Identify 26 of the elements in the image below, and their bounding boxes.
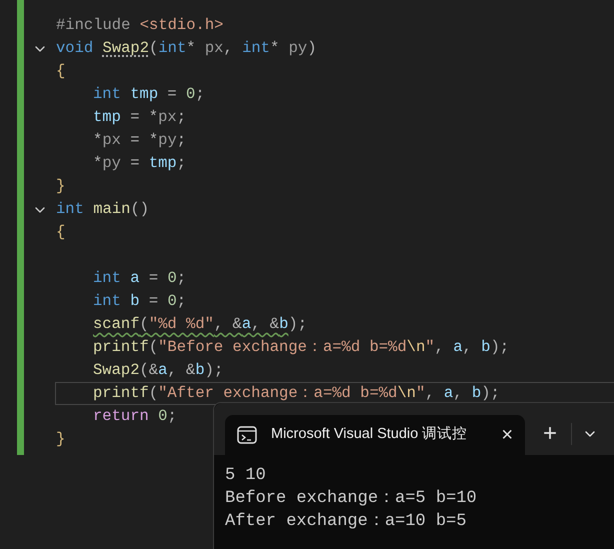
code-line: #include <stdio.h> (56, 14, 224, 36)
code-line: } (56, 176, 66, 197)
console-output-line: Before exchange：a=5 b=10 (225, 488, 478, 509)
close-button[interactable]: × (501, 425, 513, 445)
code-line: Swap2(&a, &b); (93, 360, 224, 381)
code-line: printf("After exchange：a=%d b=%d\n", a, b); (93, 382, 500, 404)
code-line: { (56, 60, 66, 82)
new-tab-button[interactable]: + (537, 422, 563, 446)
code-line: } (56, 428, 66, 450)
code-line: int b = 0; (93, 290, 186, 312)
code-line: scanf("%d %d", &a, &b); (93, 314, 307, 335)
code-line: tmp = *px; (93, 106, 186, 128)
code-line: int main() (56, 198, 150, 220)
code-line: int a = 0; (93, 268, 186, 289)
code-line: { (56, 222, 66, 243)
code-line: *px = *py; (93, 130, 186, 151)
code-line: return 0; (93, 406, 177, 427)
console-output-line: 5 10 (225, 465, 267, 486)
code-line: void Swap2(int* px, int* py) (56, 38, 317, 59)
terminal-icon (237, 426, 257, 444)
console-output-line: After exchange：a=10 b=5 (225, 511, 468, 532)
code-line: int tmp = 0; (93, 84, 205, 105)
code-line: *py = tmp; (93, 152, 186, 174)
console-tab[interactable]: Microsoft Visual Studio 调试控 × (225, 415, 525, 455)
code-line: printf("Before exchange：a=%d b=%d\n", a, b); (93, 336, 510, 358)
tab-title: Microsoft Visual Studio 调试控 (271, 425, 468, 444)
